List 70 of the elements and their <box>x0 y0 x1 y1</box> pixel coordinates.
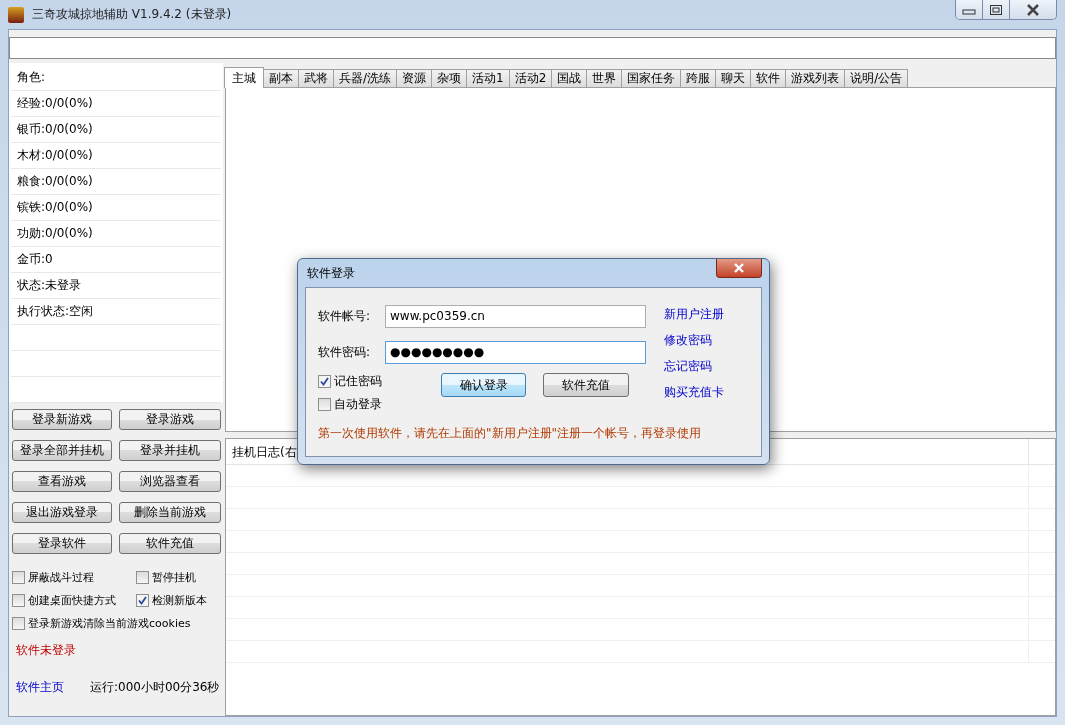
info-row: 金币:0 <box>17 251 53 268</box>
option-checkbox[interactable]: 记住密码 <box>318 373 441 390</box>
tab[interactable]: 兵器/洗练 <box>333 69 398 87</box>
column-header: 挂机日志(右 <box>231 444 298 461</box>
input-field[interactable]: www.pc0359.cn <box>385 304 646 328</box>
dialog-button[interactable]: 软件充值 <box>543 373 629 397</box>
tab[interactable]: 主城 <box>224 67 264 88</box>
action-button[interactable]: 登录游戏 <box>119 409 221 430</box>
action-button[interactable]: 登录全部并挂机 <box>12 440 112 461</box>
maximize-button[interactable] <box>983 0 1010 19</box>
info-row: 功勋:0/0(0%) <box>17 225 93 242</box>
action-button[interactable]: 软件充值 <box>119 533 221 554</box>
tab[interactable]: 跨服 <box>680 69 717 87</box>
close-icon <box>733 263 745 273</box>
info-row: 角色: <box>17 69 46 86</box>
option-checkbox[interactable]: 自动登录 <box>318 396 441 413</box>
tab[interactable]: 世界 <box>586 69 623 87</box>
close-button[interactable] <box>1010 0 1056 19</box>
notice-text: 第一次使用软件，请先在上面的"新用户注册"注册一个帐号，再登录使用 <box>318 425 703 442</box>
option-checkbox[interactable]: 登录新游戏清除当前游戏cookies <box>12 616 191 631</box>
info-row: 粮食:0/0(0%) <box>17 173 93 190</box>
app-icon <box>8 6 24 23</box>
action-button[interactable]: 查看游戏 <box>12 471 112 492</box>
info-row: 状态:未登录 <box>17 277 82 294</box>
action-button[interactable]: 浏览器查看 <box>119 471 221 492</box>
info-row: 执行状态:空闲 <box>17 303 94 320</box>
info-row: 木材:0/0(0%) <box>17 147 93 164</box>
tab[interactable]: 活动2 <box>508 69 553 87</box>
info-row: 镔铁:0/0(0%) <box>17 199 93 216</box>
tab[interactable]: 武将 <box>298 69 334 87</box>
tab[interactable]: 国家任务 <box>621 69 682 87</box>
input-field[interactable]: ●●●●●●●●● <box>385 340 646 364</box>
tab[interactable]: 资源 <box>396 69 433 87</box>
action-button[interactable]: 删除当前游戏 <box>119 502 221 523</box>
url-field[interactable] <box>9 37 1056 59</box>
option-checkbox[interactable]: 屏蔽战斗过程 <box>12 570 94 585</box>
option-checkbox[interactable]: 暂停挂机 <box>136 570 196 585</box>
account-link[interactable]: 新用户注册 <box>664 306 724 323</box>
window-title: 三奇攻城掠地辅助 V1.9.4.2 (未登录) <box>32 6 232 23</box>
account-link[interactable]: 修改密码 <box>664 332 724 349</box>
option-checkbox[interactable]: 创建桌面快捷方式 <box>12 593 116 608</box>
tab[interactable]: 游戏列表 <box>785 69 846 87</box>
dialog-button[interactable]: 确认登录 <box>440 373 527 397</box>
info-row: 经验:0/0(0%) <box>17 95 93 112</box>
check-icon <box>137 595 148 606</box>
tab[interactable]: 杂项 <box>431 69 468 87</box>
tab[interactable]: 说明/公告 <box>844 69 909 87</box>
tab[interactable]: 活动1 <box>466 69 510 87</box>
tab[interactable]: 副本 <box>263 69 299 87</box>
dialog-title: 软件登录 <box>307 264 355 282</box>
login-status: 软件未登录 <box>15 642 77 659</box>
action-button[interactable]: 登录新游戏 <box>12 409 112 430</box>
account-link[interactable]: 忘记密码 <box>664 358 724 375</box>
action-button[interactable]: 登录软件 <box>12 533 112 554</box>
close-button[interactable] <box>716 259 762 278</box>
field-label: 软件帐号: <box>318 307 372 325</box>
option-checkbox[interactable]: 检测新版本 <box>136 593 207 608</box>
tab[interactable]: 聊天 <box>715 69 752 87</box>
action-button[interactable]: 登录并挂机 <box>119 440 221 461</box>
tab[interactable]: 软件 <box>750 69 787 87</box>
check-icon <box>319 376 330 387</box>
account-link[interactable]: 购买充值卡 <box>664 384 724 401</box>
tab[interactable]: 国战 <box>551 69 588 87</box>
homepage-link[interactable]: 软件主页 <box>16 679 64 696</box>
runtime-text: 运行:000小时00分36秒 <box>90 679 220 696</box>
info-row: 银币:0/0(0%) <box>17 121 93 138</box>
restore-icon <box>989 3 1003 16</box>
close-icon <box>1026 3 1040 16</box>
action-button[interactable]: 退出游戏登录 <box>12 502 112 523</box>
field-label: 软件密码: <box>318 343 372 361</box>
